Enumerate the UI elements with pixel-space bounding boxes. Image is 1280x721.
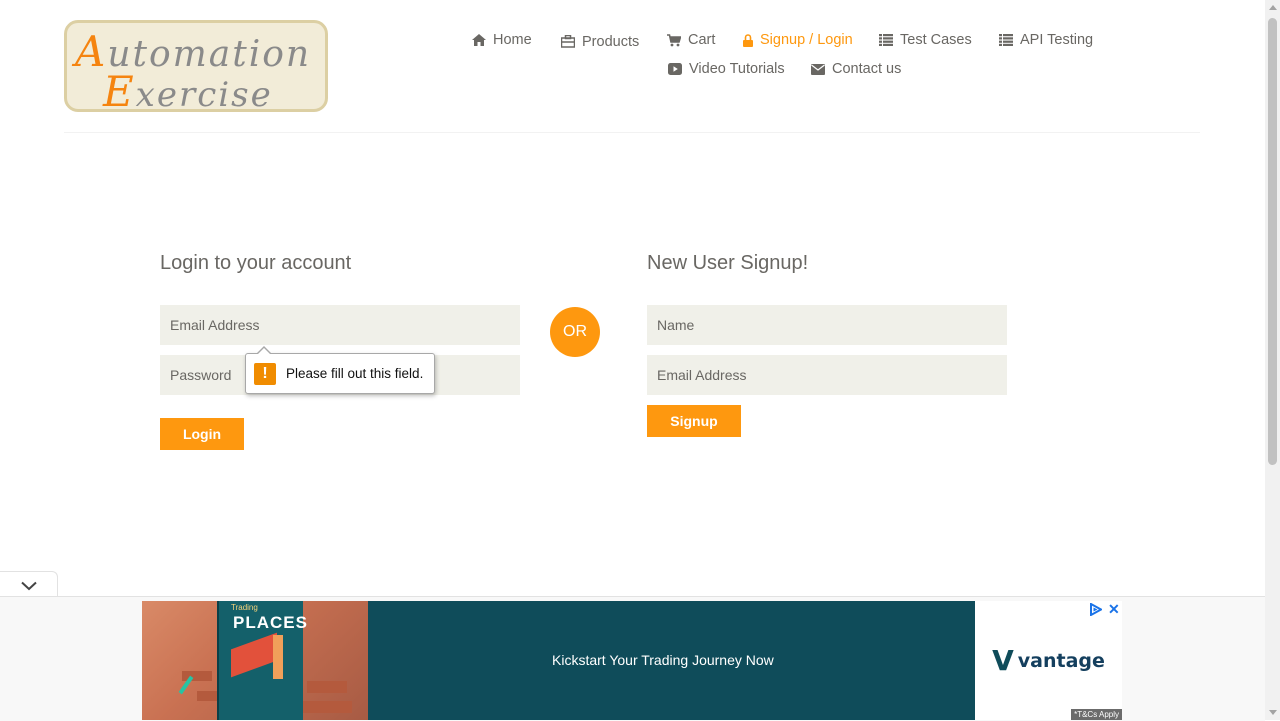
list-icon: [879, 34, 893, 46]
or-divider-badge: OR: [550, 307, 600, 357]
validation-message: Please fill out this field.: [286, 366, 424, 381]
ad-close-icon[interactable]: ✕: [1108, 602, 1120, 616]
nav-home-label: Home: [493, 32, 532, 48]
nav-video-tutorials[interactable]: Video Tutorials: [668, 61, 785, 77]
nav-home[interactable]: Home: [472, 32, 532, 48]
ad-brand-name: vantage: [1017, 649, 1105, 672]
home-icon: [472, 34, 486, 46]
logo-cap-e: E: [103, 67, 136, 116]
nav-video-tutorials-label: Video Tutorials: [689, 61, 785, 77]
ad-choices[interactable]: ✕: [1089, 602, 1120, 616]
ad-brand-mark: V: [992, 644, 1014, 677]
scroll-thumb[interactable]: [1268, 18, 1277, 465]
ad-book-title: PLACES: [233, 613, 308, 632]
envelope-icon: [811, 63, 825, 75]
nav-api-testing[interactable]: API Testing: [999, 32, 1093, 48]
lock-icon: [743, 33, 753, 47]
login-title: Login to your account: [160, 252, 352, 274]
nav-test-cases[interactable]: Test Cases: [879, 32, 972, 48]
ad-art-step: [307, 681, 347, 693]
login-email-input[interactable]: [160, 305, 520, 345]
nav-api-testing-label: API Testing: [1020, 32, 1094, 48]
nav-contact-us[interactable]: Contact us: [811, 61, 901, 77]
chevron-down-icon: [20, 581, 37, 590]
nav-products-label: Products: [582, 34, 640, 50]
signup-title: New User Signup!: [647, 252, 809, 274]
nav-cart-label: Cart: [688, 32, 716, 48]
validation-tooltip: ! Please fill out this field.: [245, 346, 435, 394]
scroll-up-arrow-icon[interactable]: [1269, 5, 1277, 10]
ad-book-graphic: [231, 632, 277, 678]
ad-terms: *T&Cs Apply: [1071, 709, 1122, 720]
cart-icon: [667, 33, 681, 46]
site-logo[interactable]: Automation Exercise: [64, 20, 328, 116]
ad-headline[interactable]: Kickstart Your Trading Journey Now: [552, 652, 774, 668]
nav-cart[interactable]: Cart: [667, 32, 715, 48]
adchoices-icon[interactable]: [1089, 602, 1102, 616]
signup-button[interactable]: Signup: [647, 405, 741, 437]
logo-rest-2: xercise: [135, 75, 273, 115]
advertisement-banner[interactable]: Trading PLACES Kickstart Your Trading Jo…: [142, 601, 1122, 720]
youtube-play-icon: [668, 63, 682, 75]
list-icon: [999, 34, 1013, 46]
signup-email-input[interactable]: [647, 355, 1007, 395]
login-button[interactable]: Login: [160, 418, 244, 450]
ad-book-kicker: Trading: [231, 603, 258, 612]
nav-contact-us-label: Contact us: [832, 61, 902, 77]
ad-book-cover: Trading PLACES: [217, 601, 307, 720]
nav-signup-login-label: Signup / Login: [760, 32, 853, 48]
nav-signup-login[interactable]: Signup / Login: [743, 32, 853, 48]
ad-collapse-toggle[interactable]: [0, 571, 58, 599]
scroll-down-arrow-icon[interactable]: [1269, 710, 1277, 715]
nav-products[interactable]: Products: [561, 32, 639, 50]
signup-name-input[interactable]: [647, 305, 1007, 345]
ad-book-graphic: [273, 635, 283, 679]
briefcase-icon: [561, 34, 575, 48]
warning-icon: !: [254, 362, 276, 385]
page-scrollbar[interactable]: [1265, 0, 1280, 720]
nav-test-cases-label: Test Cases: [900, 32, 972, 48]
logo-line-2: Exercise: [103, 67, 273, 116]
ad-brand-logo[interactable]: V vantage: [975, 601, 1122, 720]
header-divider: [64, 132, 1200, 133]
